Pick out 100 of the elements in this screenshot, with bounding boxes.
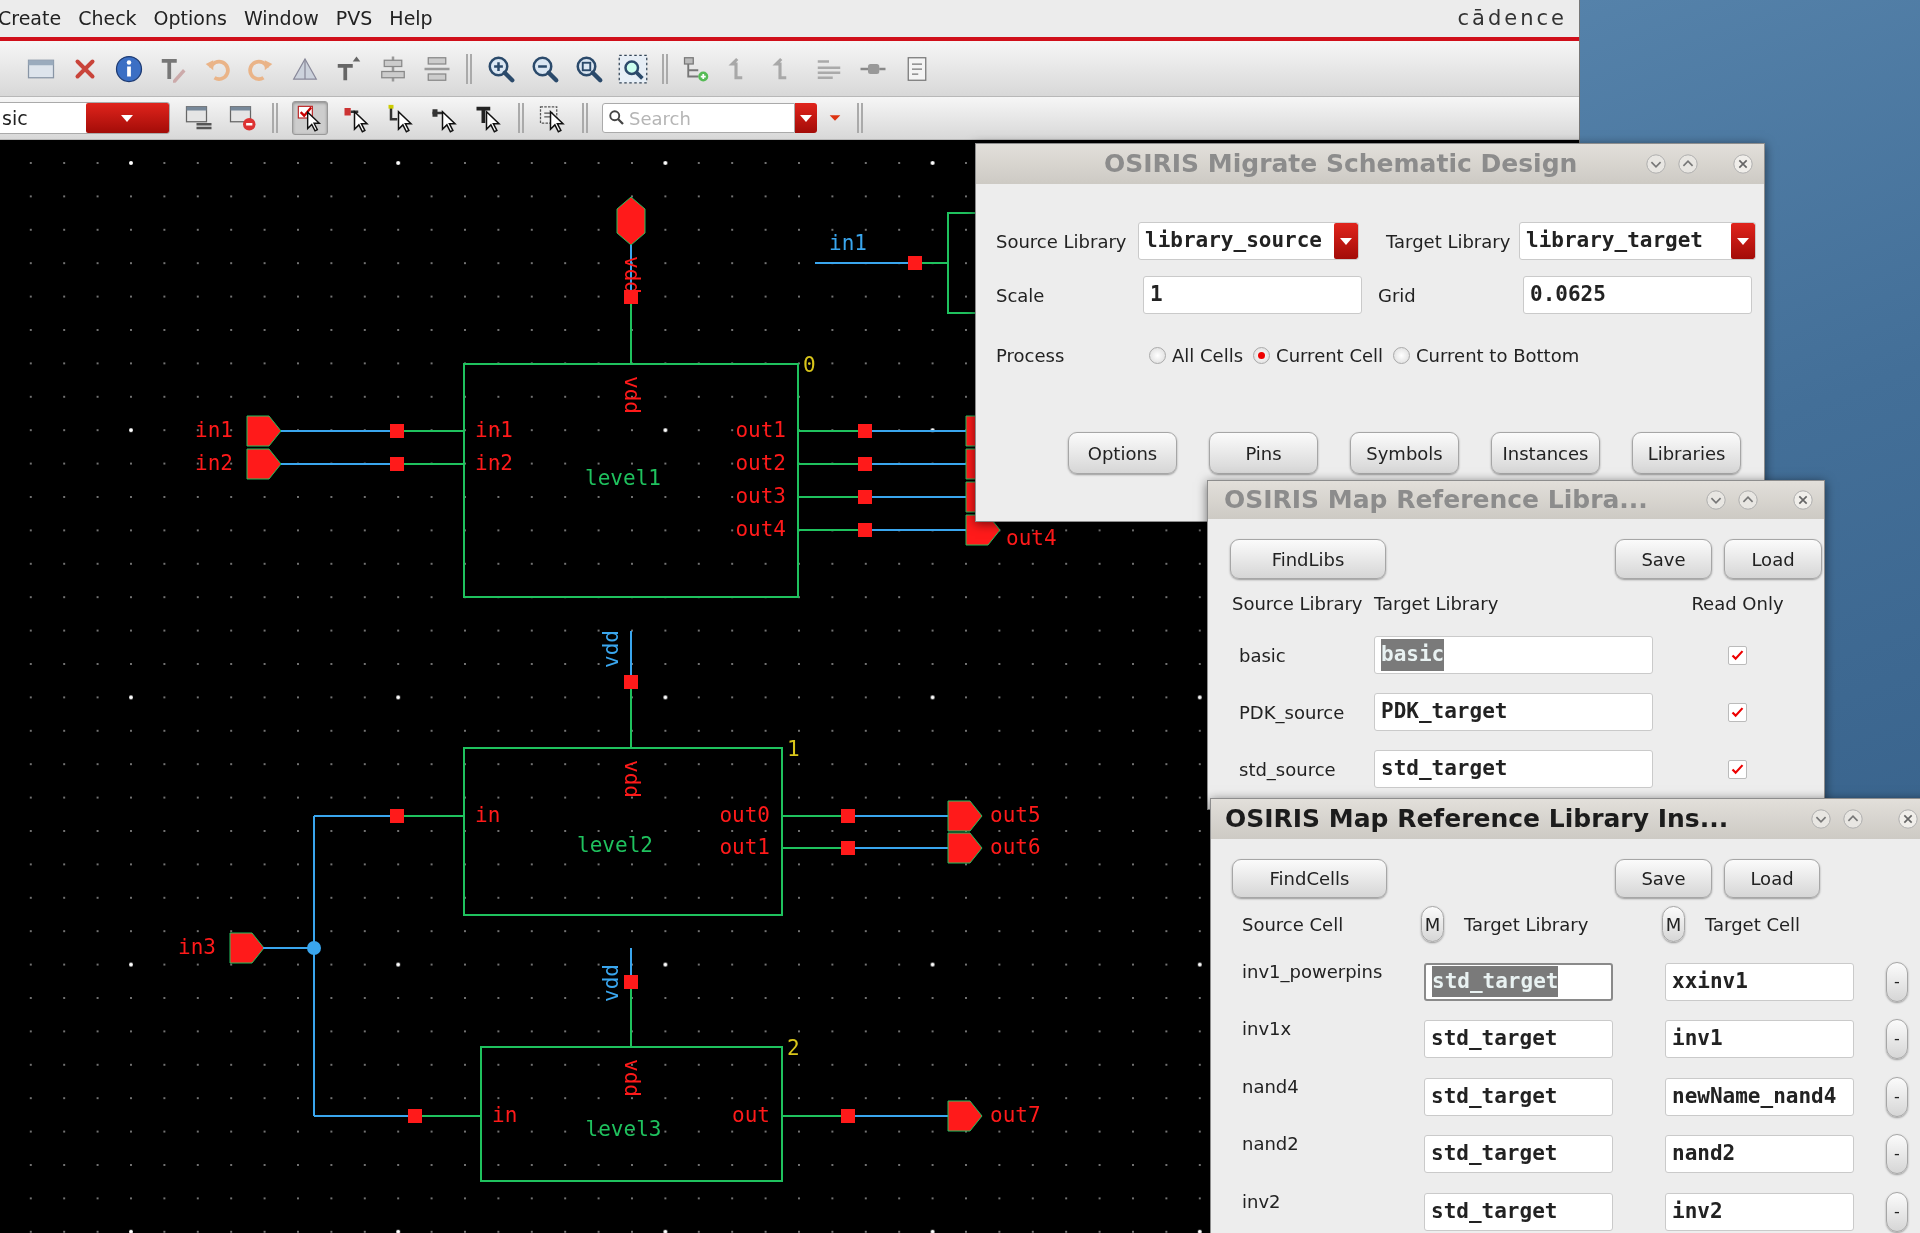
cellview-dropdown[interactable]: sic	[0, 102, 170, 134]
text-field[interactable]: nand2	[1665, 1135, 1854, 1173]
pin-shape	[947, 832, 983, 864]
text-field[interactable]: 1	[1143, 276, 1362, 314]
remove-button[interactable]: -	[1886, 1134, 1908, 1174]
dropdown-button[interactable]	[795, 103, 817, 133]
maximize-button[interactable]	[1737, 489, 1759, 511]
row-label: nand4	[1242, 1074, 1300, 1099]
remove-button[interactable]: -	[1886, 1191, 1908, 1232]
zoom-area-icon[interactable]	[618, 53, 648, 84]
toolbar-grip[interactable]	[272, 103, 278, 133]
wire	[630, 630, 632, 676]
maximize-button[interactable]	[1842, 808, 1864, 830]
instance-name: level3	[585, 1117, 662, 1141]
remove-button[interactable]: -	[1886, 961, 1908, 1002]
save-button[interactable]: Save	[1615, 539, 1712, 579]
radio-label[interactable]: Current to Bottom	[1416, 342, 1580, 369]
connection-square	[390, 809, 404, 823]
text-field[interactable]: std_target	[1424, 1020, 1613, 1058]
menu-item[interactable]: Help	[389, 4, 433, 33]
find-button[interactable]: FindCells	[1232, 859, 1387, 898]
toolbar-grip[interactable]	[518, 103, 524, 133]
row-label: inv2	[1242, 1189, 1282, 1214]
radio-button[interactable]	[1149, 347, 1166, 364]
menu-item[interactable]: Options	[153, 4, 227, 33]
text-field[interactable]: basic	[1374, 636, 1653, 674]
checkbox[interactable]	[1728, 645, 1747, 665]
menu-item[interactable]: Window	[243, 4, 319, 33]
connection-square	[408, 1109, 422, 1123]
text-field[interactable]: inv1	[1665, 1020, 1854, 1058]
connection-square	[858, 490, 872, 504]
connection-square	[841, 1109, 855, 1123]
text-field[interactable]: xxinv1	[1665, 962, 1854, 1001]
check-cursor-icon[interactable]	[292, 101, 328, 135]
pin-label: out	[732, 1103, 770, 1127]
radio-label[interactable]: Current Cell	[1276, 342, 1384, 369]
load-button[interactable]: Load	[1724, 859, 1820, 898]
net-label: vdd	[599, 630, 623, 668]
row-label: inv1x	[1242, 1017, 1293, 1041]
pin-label: vdd	[620, 760, 644, 798]
toolbar-grip[interactable]	[857, 103, 863, 133]
toolbar-grip[interactable]	[582, 103, 588, 133]
library-dropdown[interactable]: library_source	[1138, 222, 1359, 260]
find-button[interactable]: FindLibs	[1230, 539, 1386, 579]
minimize-button[interactable]	[1810, 808, 1832, 830]
window-remove-icon[interactable]	[228, 103, 258, 133]
save-button[interactable]: Save	[1615, 859, 1712, 898]
text-field[interactable]: PDK_target	[1374, 693, 1653, 731]
wire	[797, 430, 859, 432]
column-button[interactable]: M	[1421, 906, 1444, 942]
close-button[interactable]	[1732, 153, 1754, 175]
maximize-button[interactable]	[1677, 153, 1699, 175]
text-field[interactable]: std_target	[1424, 1077, 1613, 1116]
window-title: OSIRIS Map Reference Libra...	[1224, 484, 1648, 517]
close-button[interactable]	[1897, 808, 1919, 830]
text-field[interactable]: std_target	[1424, 1192, 1613, 1231]
load-button[interactable]: Load	[1724, 539, 1822, 579]
pin-label: in2	[475, 451, 513, 475]
info-icon[interactable]	[114, 53, 144, 84]
wire	[403, 815, 465, 817]
column-button[interactable]: M	[1662, 906, 1685, 942]
remove-button[interactable]: -	[1886, 1076, 1908, 1117]
toolbar-grip[interactable]	[466, 53, 472, 84]
wire	[403, 463, 465, 465]
menu-item[interactable]: PVS	[335, 4, 373, 33]
checkbox[interactable]	[1728, 759, 1747, 779]
window-title: OSIRIS Migrate Schematic Design	[1104, 148, 1578, 181]
pin-shape	[246, 415, 282, 447]
checkbox[interactable]	[1728, 702, 1747, 722]
minimize-button[interactable]	[1645, 153, 1667, 175]
remove-button[interactable]: -	[1886, 1019, 1908, 1059]
radio-label[interactable]: All Cells	[1172, 342, 1244, 369]
push-button[interactable]: Libraries	[1632, 432, 1741, 474]
connection-square	[908, 256, 922, 270]
text-field[interactable]: inv2	[1665, 1192, 1854, 1231]
wire	[630, 947, 632, 976]
push-button[interactable]: Instances	[1491, 432, 1600, 474]
text-field[interactable]: newName_nand4	[1665, 1077, 1854, 1116]
radio-button[interactable]	[1253, 347, 1271, 364]
text-field[interactable]: std_target	[1424, 962, 1613, 1001]
pin-label: out0	[719, 803, 770, 827]
menu-item[interactable]: Check	[78, 4, 137, 33]
push-button[interactable]: Options	[1068, 432, 1177, 474]
library-dropdown[interactable]: library_target	[1519, 222, 1756, 260]
radio-button[interactable]	[1393, 347, 1411, 364]
search-field[interactable]: Search	[602, 103, 795, 133]
text-field[interactable]: std_target	[1424, 1135, 1613, 1173]
connection-square	[624, 290, 638, 304]
close-button[interactable]	[1792, 489, 1814, 511]
minimize-button[interactable]	[1705, 489, 1727, 511]
caret-icon	[121, 114, 134, 122]
pin-label: vdd	[620, 376, 644, 414]
pin-label: out7	[990, 1103, 1041, 1127]
push-button[interactable]: Pins	[1209, 432, 1318, 474]
text-field[interactable]: std_target	[1374, 750, 1653, 788]
toolbar-grip[interactable]	[662, 53, 668, 84]
push-button[interactable]: Symbols	[1350, 432, 1459, 474]
text-field[interactable]: 0.0625	[1523, 276, 1752, 314]
caret-icon	[1737, 237, 1749, 245]
field-label: Target Library	[1386, 229, 1512, 254]
